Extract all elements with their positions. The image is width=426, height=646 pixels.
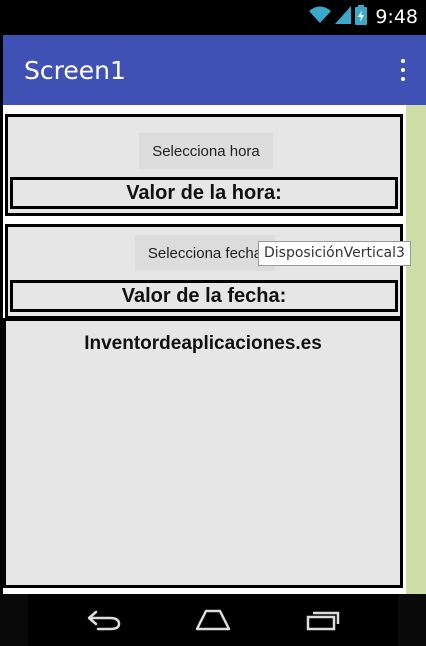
select-time-button[interactable]: Selecciona hora <box>139 133 273 169</box>
status-bar: 9:48 <box>0 0 426 35</box>
screen-canvas: Selecciona hora Valor de la hora: Selecc… <box>3 105 426 594</box>
layout-time-container[interactable]: Selecciona hora Valor de la hora: <box>5 114 403 216</box>
time-value-label: Valor de la hora: <box>126 182 282 204</box>
select-date-button[interactable]: Selecciona fecha <box>135 235 275 271</box>
site-label: Inventordeaplicaciones.es <box>84 333 322 354</box>
time-value-box: Valor de la hora: <box>10 177 398 209</box>
nav-bar-left-fill <box>0 594 28 646</box>
app-bar: Screen1 <box>3 35 426 105</box>
battery-icon <box>355 4 368 30</box>
overflow-menu-icon[interactable] <box>394 59 412 81</box>
recents-icon[interactable] <box>293 602 353 638</box>
status-time: 9:48 <box>375 6 418 28</box>
layout-vertical3-container[interactable]: Inventordeaplicaciones.es <box>3 318 403 588</box>
wifi-icon <box>309 6 332 29</box>
date-value-box: Valor de la fecha: <box>10 280 398 312</box>
layout-date-container[interactable]: Selecciona fecha Valor de la fecha: <box>5 224 403 319</box>
back-icon[interactable] <box>74 602 134 638</box>
nav-bar-right-fill <box>398 594 426 646</box>
tooltip: DisposiciónVertical3 <box>258 241 411 266</box>
home-icon[interactable] <box>183 602 243 638</box>
status-icons: 9:48 <box>309 3 418 31</box>
nav-bar <box>28 594 398 646</box>
side-strip <box>406 105 426 594</box>
app-title: Screen1 <box>24 56 126 85</box>
date-value-label: Valor de la fecha: <box>121 285 287 307</box>
signal-icon <box>335 5 352 29</box>
